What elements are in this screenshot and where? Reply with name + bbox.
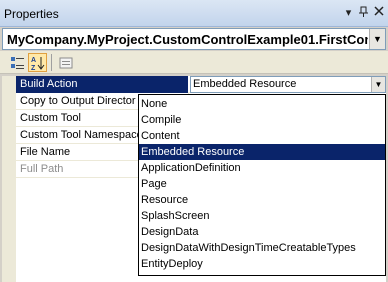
categorized-button[interactable] — [8, 53, 27, 72]
properties-toolbar: A Z — [0, 51, 388, 74]
property-value: Embedded Resource — [193, 78, 297, 90]
property-pages-button[interactable] — [56, 53, 75, 72]
pin-icon[interactable] — [357, 6, 370, 20]
sort-az-icon: A Z — [31, 57, 45, 71]
build-action-combo[interactable]: Embedded Resource ▼ — [190, 76, 386, 93]
dropdown-option-entity-deploy[interactable]: EntityDeploy — [139, 256, 385, 272]
close-icon[interactable] — [372, 6, 385, 20]
toolbar-separator — [51, 54, 52, 71]
object-selector[interactable]: MyCompany.MyProject.CustomControlExample… — [2, 28, 386, 50]
object-selector-value: MyCompany.MyProject.CustomControlExample… — [7, 32, 368, 47]
grid-gutter — [2, 76, 16, 282]
dropdown-option-content[interactable]: Content — [139, 128, 385, 144]
dropdown-option-splash-screen[interactable]: SplashScreen — [139, 208, 385, 224]
svg-text:Z: Z — [31, 65, 36, 71]
dropdown-option-compile[interactable]: Compile — [139, 112, 385, 128]
chevron-down-icon[interactable]: ▼ — [371, 77, 385, 92]
properties-titlebar: Properties ▾ — [0, 0, 388, 27]
property-pages-icon — [59, 57, 73, 69]
property-row-build-action[interactable]: Build Action Embedded Resource ▼ — [16, 76, 386, 93]
dropdown-option-page[interactable]: Page — [139, 176, 385, 192]
dropdown-option-design-data-creatable[interactable]: DesignDataWithDesignTimeCreatableTypes — [139, 240, 385, 256]
categorized-icon — [11, 57, 24, 69]
alphabetical-button[interactable]: A Z — [28, 53, 47, 72]
dropdown-option-application-definition[interactable]: ApplicationDefinition — [139, 160, 385, 176]
window-position-icon[interactable]: ▾ — [342, 6, 355, 20]
build-action-dropdown-list[interactable]: None Compile Content Embedded Resource A… — [138, 94, 386, 276]
dropdown-option-none[interactable]: None — [139, 96, 385, 112]
dropdown-option-embedded-resource[interactable]: Embedded Resource — [139, 144, 385, 160]
chevron-down-icon[interactable]: ▼ — [369, 29, 385, 49]
panel-title: Properties — [4, 7, 59, 21]
property-name: Build Action — [20, 78, 78, 90]
dropdown-option-design-data[interactable]: DesignData — [139, 224, 385, 240]
svg-text:A: A — [31, 57, 36, 64]
dropdown-option-resource[interactable]: Resource — [139, 192, 385, 208]
